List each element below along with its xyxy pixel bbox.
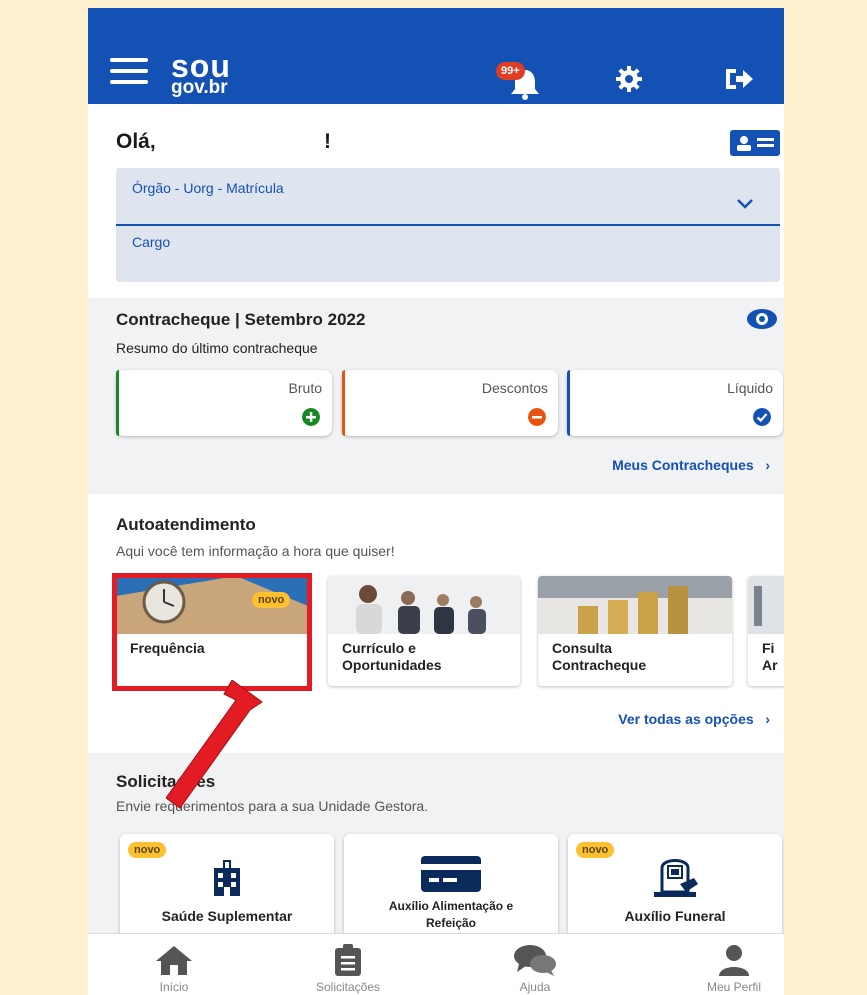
ver-todas-label: Ver todas as opções	[618, 711, 754, 727]
gear-icon[interactable]	[616, 66, 642, 92]
auxilio-alimentacao-card[interactable]: Auxílio Alimentação e Refeição	[344, 834, 558, 938]
novo-badge: novo	[128, 842, 167, 858]
logo-bottom: gov.br	[171, 77, 228, 98]
notifications-button[interactable]: 99+	[496, 62, 544, 102]
plus-icon	[302, 408, 320, 426]
check-icon	[753, 408, 771, 426]
nav-solicitacoes[interactable]: Solicitações	[278, 934, 418, 995]
card-accent	[342, 370, 345, 436]
partial-image	[748, 576, 784, 634]
saude-suplementar-card[interactable]: novo Saúde Suplementar	[120, 834, 334, 938]
org-selector[interactable]: Órgão - Uorg - Matrícula Cargo	[116, 168, 780, 282]
nav-label: Ajuda	[519, 980, 551, 994]
card-accent	[567, 370, 570, 436]
sol-name-line1: Auxílio Alimentação e	[388, 899, 514, 913]
notification-badge: 99+	[496, 62, 525, 80]
credit-card-icon	[421, 856, 481, 892]
service-name-line2: Contracheque	[552, 657, 647, 673]
app-screen: sou gov.br 99+ Olá, ! Órgão - Uorg - Mat…	[88, 8, 784, 995]
autoatendimento-title: Autoatendimento	[116, 515, 256, 534]
nav-meu-perfil[interactable]: Meu Perfil	[664, 934, 784, 995]
sol-name: Auxílio Funeral	[624, 908, 726, 924]
novo-badge: novo	[576, 842, 615, 858]
coins-image	[538, 576, 732, 634]
top-header: sou gov.br 99+	[88, 8, 784, 104]
service-name-line2: Ar	[762, 657, 778, 673]
tombstone-icon	[654, 859, 698, 897]
solicitacoes-subtitle: Envie requerimentos para a sua Unidade G…	[116, 798, 429, 814]
descontos-label: Descontos	[481, 380, 548, 396]
nav-label: Solicitações	[315, 980, 381, 994]
clipboard-icon	[335, 944, 361, 976]
minus-icon	[528, 408, 546, 426]
home-icon	[156, 946, 192, 975]
descontos-card[interactable]: Descontos	[342, 370, 558, 436]
meus-contracheques-link[interactable]: Meus Contracheques ›	[612, 457, 770, 473]
eye-icon[interactable]	[746, 308, 778, 330]
user-icon	[719, 945, 749, 976]
bottom-nav: Início Solicitações Ajuda Meu Perfil	[88, 933, 784, 995]
chevron-right-icon: ›	[757, 711, 770, 727]
service-name: Fi Ar	[762, 640, 778, 674]
service-name: Currículo e Oportunidades	[342, 640, 442, 674]
autoatendimento-subtitle: Aqui você tem informação a hora que quis…	[116, 543, 395, 559]
sol-name: Saúde Suplementar	[161, 908, 293, 924]
service-consulta-contracheque[interactable]: Consulta Contracheque	[538, 576, 732, 686]
sol-name: Auxílio Alimentação e Refeição	[344, 898, 558, 932]
hospital-icon	[214, 860, 240, 896]
nav-label: Início	[159, 980, 189, 994]
cargo-label: Cargo	[132, 234, 171, 250]
chevron-right-icon: ›	[757, 457, 770, 473]
service-name-line1: Fi	[762, 640, 775, 656]
service-partial[interactable]: Fi Ar	[748, 576, 784, 686]
chat-bubbles-icon	[514, 945, 556, 976]
auxilio-funeral-card[interactable]: novo Auxílio Funeral	[568, 834, 782, 938]
people-image	[328, 576, 520, 634]
red-arrow-annotation	[166, 680, 263, 809]
liquido-card[interactable]: Líquido	[567, 370, 783, 436]
nav-label: Meu Perfil	[706, 980, 762, 994]
sol-name-line2: Refeição	[425, 916, 477, 930]
chevron-down-icon[interactable]	[736, 198, 754, 210]
bruto-card[interactable]: Bruto	[116, 370, 332, 436]
service-name-line1: Consulta	[552, 640, 612, 656]
contracheque-title: Contracheque | Setembro 2022	[116, 310, 366, 329]
contracheque-subtitle: Resumo do último contracheque	[116, 340, 318, 356]
card-accent	[116, 370, 119, 436]
org-label: Órgão - Uorg - Matrícula	[132, 180, 284, 196]
id-card-icon[interactable]	[730, 130, 780, 156]
service-name: Consulta Contracheque	[552, 640, 646, 674]
service-curriculo[interactable]: Currículo e Oportunidades	[328, 576, 520, 686]
field-underline	[116, 224, 780, 226]
service-name-line1: Currículo e	[342, 640, 416, 656]
greeting-text: Olá,	[116, 130, 156, 153]
bruto-label: Bruto	[288, 380, 322, 396]
ver-todas-link[interactable]: Ver todas as opções ›	[618, 711, 770, 727]
liquido-label: Líquido	[727, 380, 773, 396]
service-name-line2: Oportunidades	[342, 657, 442, 673]
app-logo: sou gov.br	[171, 50, 231, 97]
logout-icon[interactable]	[724, 66, 754, 92]
highlight-frame	[112, 573, 312, 691]
nav-ajuda[interactable]: Ajuda	[465, 934, 605, 995]
meus-contracheques-label: Meus Contracheques	[612, 457, 754, 473]
menu-icon[interactable]	[110, 58, 148, 84]
greeting-exclaim: !	[324, 130, 331, 153]
nav-inicio[interactable]: Início	[104, 934, 244, 995]
